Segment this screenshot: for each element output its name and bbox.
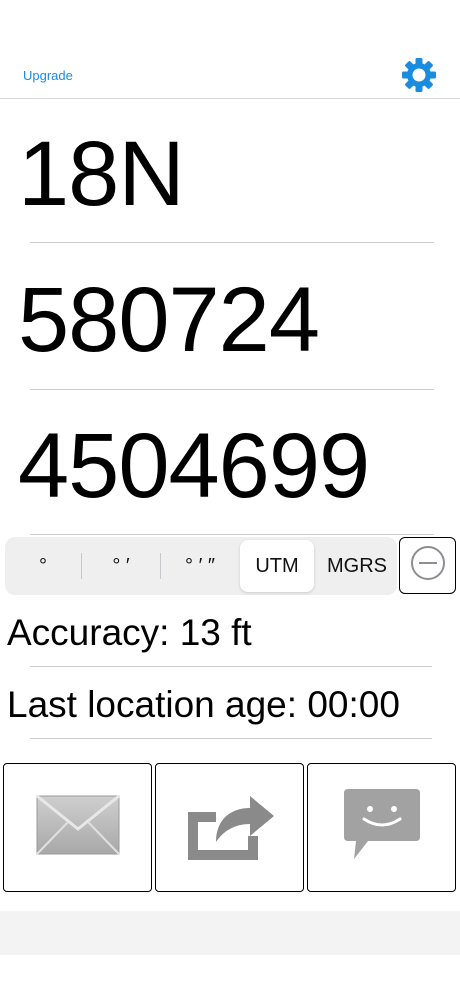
envelope-icon <box>35 794 120 860</box>
share-button[interactable] <box>155 763 304 892</box>
email-button[interactable] <box>3 763 152 892</box>
format-option-mgrs[interactable]: MGRS <box>317 537 397 595</box>
minus-circle-icon <box>409 544 447 587</box>
utm-northing-value: 4504699 <box>18 415 370 517</box>
format-option-degrees-minutes-seconds[interactable]: ° ′ ″ <box>161 537 239 595</box>
divider <box>30 534 434 535</box>
last-location-age-label: Last location age: 00:00 <box>7 684 400 725</box>
utm-easting-value: 580724 <box>18 269 320 371</box>
remove-format-button[interactable] <box>399 537 456 594</box>
format-option-degrees-minutes[interactable]: ° ′ <box>82 537 160 595</box>
top-bar: Upgrade <box>0 0 460 99</box>
format-segmented-control: ° ° ′ ° ′ ″ UTM MGRS <box>5 537 397 595</box>
format-option-degrees[interactable]: ° <box>5 537 81 595</box>
utm-zone-value: 18N <box>18 123 185 225</box>
divider <box>30 389 434 390</box>
gear-icon[interactable] <box>400 56 438 94</box>
message-bubble-icon <box>342 787 422 868</box>
share-arrow-icon <box>182 790 278 865</box>
upgrade-link[interactable]: Upgrade <box>23 68 73 83</box>
bottom-bar <box>0 911 460 955</box>
accuracy-label: Accuracy: 13 ft <box>7 612 252 653</box>
divider <box>30 666 432 667</box>
message-button[interactable] <box>307 763 456 892</box>
format-option-utm[interactable]: UTM <box>240 540 314 592</box>
divider <box>30 242 434 243</box>
divider <box>30 738 432 739</box>
